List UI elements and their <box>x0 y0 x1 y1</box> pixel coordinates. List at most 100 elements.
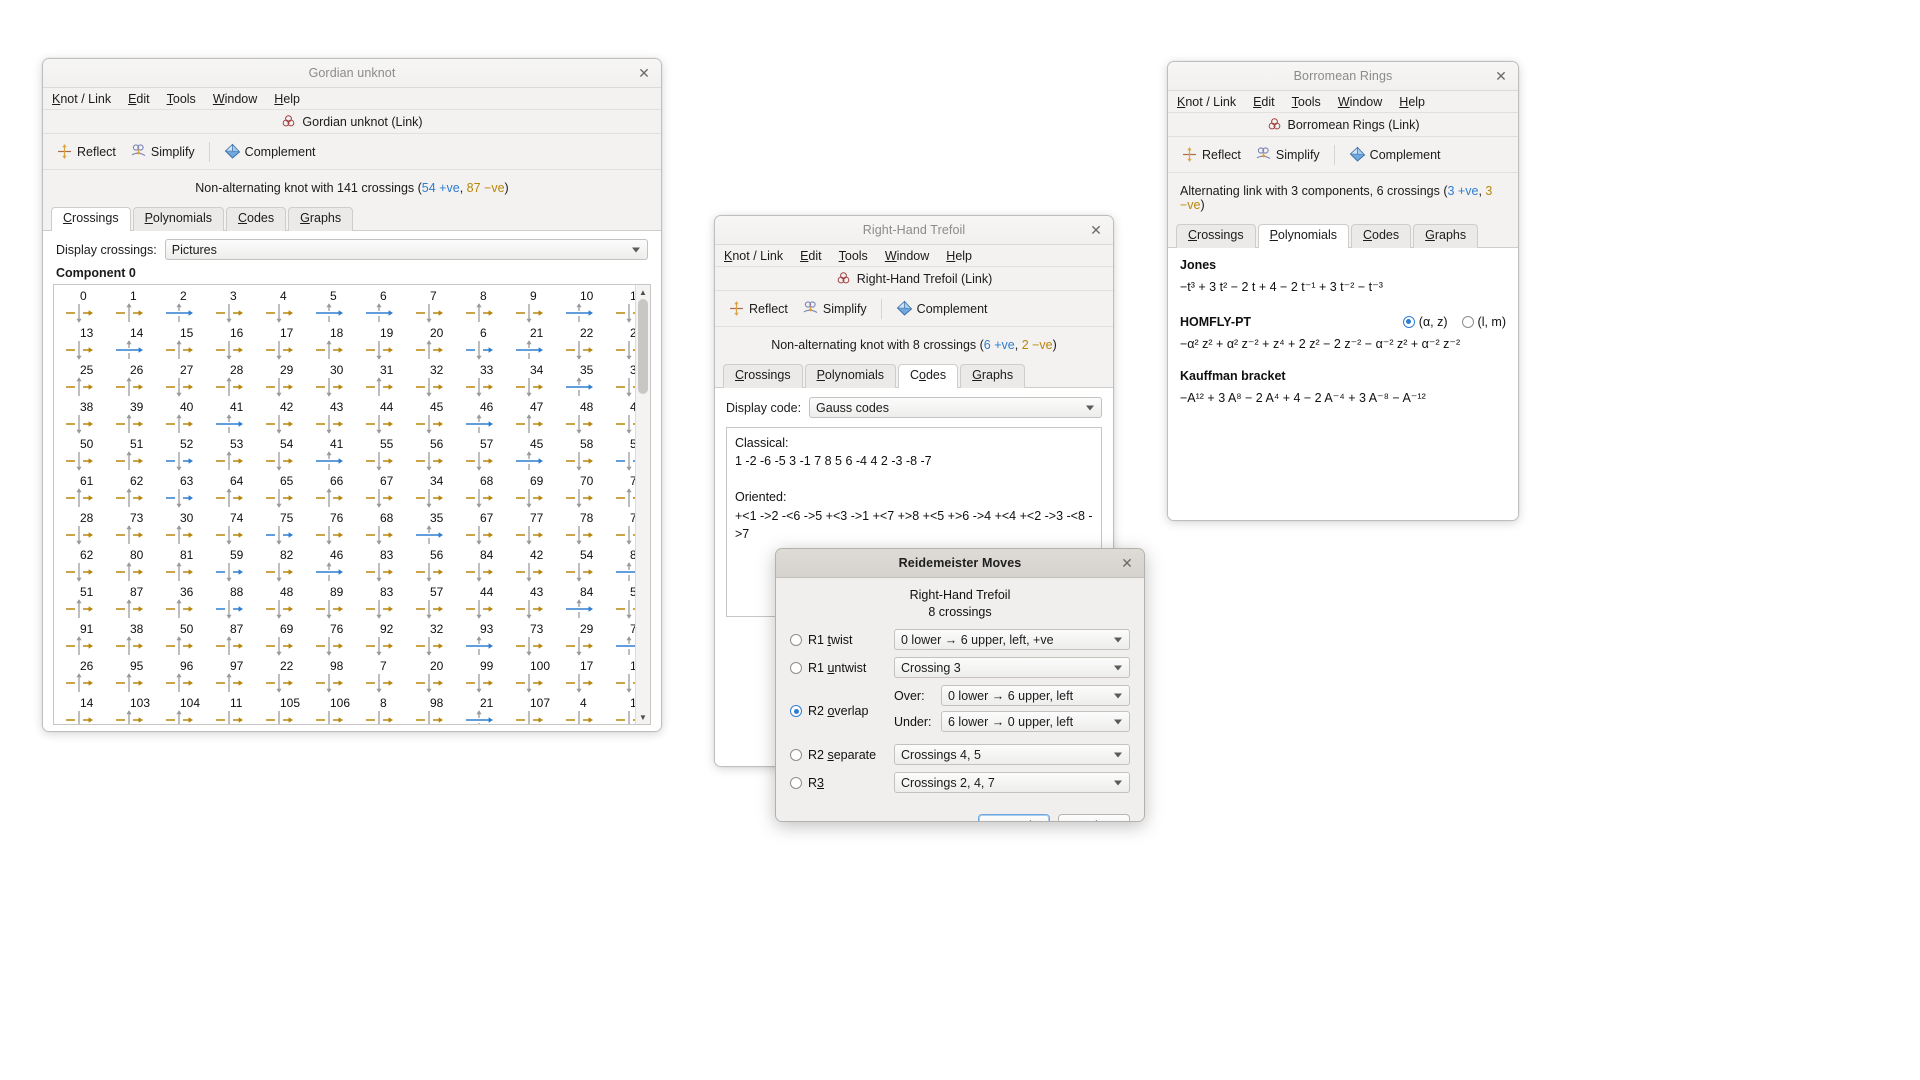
reflect-button[interactable]: Reflect <box>723 297 793 320</box>
crossing-cell[interactable]: 96 <box>164 661 214 698</box>
crossing-cell[interactable]: 91 <box>64 624 114 661</box>
crossing-cell[interactable]: 35 <box>414 513 464 550</box>
crossing-cell[interactable]: 6 <box>464 328 514 365</box>
crossing-cell[interactable]: 26 <box>64 661 114 698</box>
crossing-cell[interactable]: 107 <box>514 698 564 724</box>
crossing-cell[interactable]: 45 <box>414 402 464 439</box>
crossing-cell[interactable]: 11 <box>214 698 264 724</box>
crossing-cell[interactable]: 25 <box>64 365 114 402</box>
crossing-cell[interactable]: 87 <box>214 624 264 661</box>
crossing-cell[interactable]: 28 <box>64 513 114 550</box>
crossing-cell[interactable]: 22 <box>264 661 314 698</box>
crossing-cell[interactable]: 55 <box>614 587 635 624</box>
crossing-cell[interactable]: 33 <box>464 365 514 402</box>
crossing-cell[interactable]: 8 <box>464 291 514 328</box>
crossing-cell[interactable]: 47 <box>514 402 564 439</box>
crossing-cell[interactable]: 64 <box>214 476 264 513</box>
r1-twist-select[interactable]: 0 lower → 6 upper, left, +ve <box>894 629 1130 650</box>
crossing-cell[interactable]: 1 <box>114 291 164 328</box>
tab-graphs[interactable]: Graphs <box>960 364 1025 388</box>
crossing-cell[interactable]: 41 <box>214 402 264 439</box>
crossing-cell[interactable]: 54 <box>264 439 314 476</box>
crossing-cell[interactable]: 50 <box>164 624 214 661</box>
crossing-cell[interactable]: 38 <box>114 624 164 661</box>
crossings-scrollbar[interactable]: ▲ ▼ <box>635 285 650 724</box>
tab-polynomials[interactable]: Polynomials <box>133 207 224 231</box>
crossing-cell[interactable]: 50 <box>64 439 114 476</box>
crossing-cell[interactable]: 87 <box>114 587 164 624</box>
crossing-cell[interactable]: 21 <box>464 698 514 724</box>
crossing-cell[interactable]: 106 <box>314 698 364 724</box>
scrollbar-thumb[interactable] <box>638 299 648 394</box>
crossing-cell[interactable]: 34 <box>414 476 464 513</box>
crossing-cell[interactable]: 15 <box>164 328 214 365</box>
crossing-cell[interactable]: 73 <box>514 624 564 661</box>
crossing-cell[interactable]: 89 <box>314 587 364 624</box>
crossing-cell[interactable]: 32 <box>414 365 464 402</box>
move-row-r3[interactable]: R3 Crossings 2, 4, 7 <box>790 772 1130 793</box>
reflect-button[interactable]: Reflect <box>1176 143 1246 166</box>
r1-twist-radio-label[interactable]: R1 twist <box>790 633 894 647</box>
crossing-cell[interactable]: 67 <box>464 513 514 550</box>
tab-codes[interactable]: Codes <box>898 364 958 388</box>
menu-edit[interactable]: Edit <box>798 248 824 264</box>
crossing-cell[interactable]: 56 <box>414 550 464 587</box>
crossing-cell[interactable]: 27 <box>164 365 214 402</box>
crossing-cell[interactable]: 14 <box>114 328 164 365</box>
crossing-cell[interactable]: 81 <box>164 550 214 587</box>
menu-tools[interactable]: Tools <box>837 248 870 264</box>
crossing-cell[interactable]: 55 <box>364 439 414 476</box>
dialog-reidemeister-moves[interactable]: Reidemeister Moves ✕ Right-Hand Trefoil … <box>775 548 1145 822</box>
crossing-cell[interactable]: 42 <box>514 550 564 587</box>
crossing-cell[interactable]: 45 <box>514 439 564 476</box>
crossing-cell[interactable]: 44 <box>364 402 414 439</box>
crossing-cell[interactable]: 70 <box>564 476 614 513</box>
tabrow-trefoil[interactable]: Crossings Polynomials Codes Graphs <box>715 364 1113 388</box>
crossing-cell[interactable]: 99 <box>464 661 514 698</box>
crossing-cell[interactable]: 8 <box>364 698 414 724</box>
homfly-variable-radiogroup[interactable]: (α, z) (l, m) <box>1403 315 1506 329</box>
tab-polynomials[interactable]: Polynomials <box>805 364 896 388</box>
r2-separate-radio-label[interactable]: R2 separate <box>790 748 894 762</box>
tab-graphs[interactable]: Graphs <box>1413 224 1478 248</box>
toolbar-gordian[interactable]: Reflect Simplify Comp <box>43 134 661 170</box>
scroll-up-icon[interactable]: ▲ <box>636 285 650 299</box>
crossing-cell[interactable]: 48 <box>564 402 614 439</box>
crossing-cell[interactable]: 40 <box>164 402 214 439</box>
menu-window[interactable]: Window <box>883 248 931 264</box>
r1-untwist-select[interactable]: Crossing 3 <box>894 657 1130 678</box>
crossing-cell[interactable]: 59 <box>214 550 264 587</box>
menubar-gordian[interactable]: Knot / Link Edit Tools Window Help <box>43 88 661 110</box>
crossing-cell[interactable]: 20 <box>414 328 464 365</box>
crossing-cell[interactable]: 95 <box>114 661 164 698</box>
crossing-cell[interactable]: 78 <box>564 513 614 550</box>
crossing-cell[interactable]: 13 <box>64 328 114 365</box>
crossing-cell[interactable]: 85 <box>614 550 635 587</box>
crossing-cell[interactable]: 46 <box>314 550 364 587</box>
menubar-borromean[interactable]: Knot / Link Edit Tools Window Help <box>1168 91 1518 113</box>
simplify-button[interactable]: Simplify <box>797 297 872 320</box>
crossing-cell[interactable]: 10 <box>564 291 614 328</box>
r3-radio-label[interactable]: R3 <box>790 776 894 790</box>
move-row-r1-twist[interactable]: R1 twist 0 lower → 6 upper, left, +ve <box>790 629 1130 650</box>
crossing-cell[interactable]: 63 <box>164 476 214 513</box>
close-icon[interactable]: ✕ <box>635 64 653 82</box>
crossing-cell[interactable]: 84 <box>464 550 514 587</box>
crossing-cell[interactable]: 73 <box>114 513 164 550</box>
crossing-cell[interactable]: 88 <box>214 587 264 624</box>
menu-knot-link[interactable]: Knot / Link <box>722 248 785 264</box>
menu-help[interactable]: Help <box>944 248 974 264</box>
crossing-cell[interactable]: 69 <box>264 624 314 661</box>
crossing-cell[interactable]: 57 <box>464 439 514 476</box>
crossing-cell[interactable]: 108 <box>614 698 635 724</box>
radio-indicator[interactable] <box>1403 316 1415 328</box>
menu-window[interactable]: Window <box>1336 94 1384 110</box>
simplify-button[interactable]: Simplify <box>1250 143 1325 166</box>
crossing-cell[interactable]: 98 <box>414 698 464 724</box>
crossing-cell[interactable]: 18 <box>314 328 364 365</box>
crossing-cell[interactable]: 98 <box>314 661 364 698</box>
crossing-cell[interactable]: 51 <box>64 587 114 624</box>
display-code-select[interactable]: Gauss codes <box>809 397 1102 418</box>
crossing-cell[interactable]: 39 <box>114 402 164 439</box>
crossing-cell[interactable]: 20 <box>414 661 464 698</box>
